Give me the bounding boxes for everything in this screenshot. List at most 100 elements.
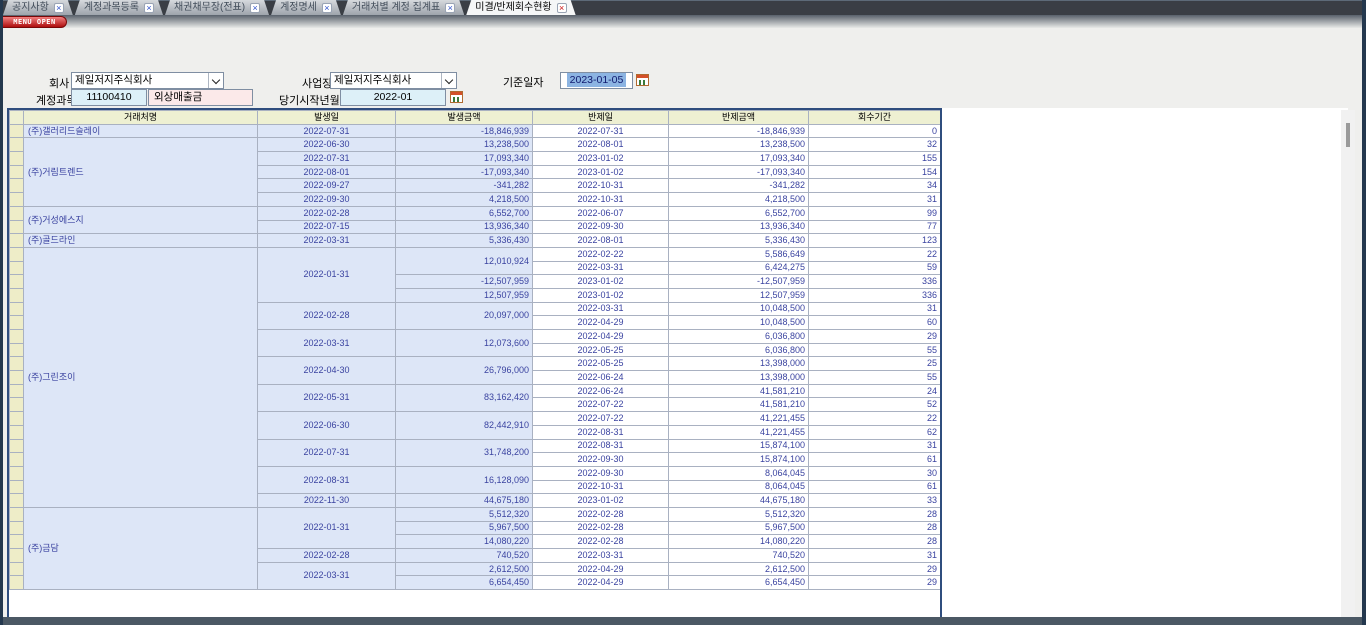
base-date-input[interactable]: 2023-01-05 <box>560 72 633 89</box>
row-selector[interactable] <box>10 316 24 330</box>
site-select[interactable]: 제일저지주식회사 <box>330 72 457 89</box>
cell-customer-name[interactable]: (주)거림트렌드 <box>24 138 258 206</box>
close-icon[interactable]: × <box>445 3 455 13</box>
row-selector[interactable] <box>10 507 24 521</box>
cell-occur-date[interactable]: 2022-03-31 <box>258 234 396 248</box>
cell-collection-days[interactable]: 52 <box>809 398 941 412</box>
cell-occur-amount[interactable]: -17,093,340 <box>396 165 533 179</box>
cell-settle-date[interactable]: 2022-09-30 <box>533 220 669 234</box>
cell-occur-amount[interactable]: 44,675,180 <box>396 494 533 508</box>
cell-settle-date[interactable]: 2023-01-02 <box>533 494 669 508</box>
cell-settle-date[interactable]: 2022-02-28 <box>533 521 669 535</box>
tab-2[interactable]: 계정과목등록× <box>75 0 163 15</box>
cell-occur-date[interactable]: 2022-09-30 <box>258 193 396 207</box>
cell-collection-days[interactable]: 61 <box>809 453 941 467</box>
cell-settle-date[interactable]: 2023-01-02 <box>533 165 669 179</box>
cell-settle-amount[interactable]: 10,048,500 <box>669 316 809 330</box>
cell-settle-date[interactable]: 2022-10-31 <box>533 480 669 494</box>
cell-occur-date[interactable]: 2022-04-30 <box>258 357 396 384</box>
row-selector[interactable] <box>10 425 24 439</box>
cell-occur-date[interactable]: 2022-08-31 <box>258 466 396 493</box>
cell-settle-date[interactable]: 2022-03-31 <box>533 261 669 275</box>
cell-settle-amount[interactable]: 5,336,430 <box>669 234 809 248</box>
cell-settle-date[interactable]: 2022-08-31 <box>533 425 669 439</box>
chevron-down-icon[interactable] <box>208 73 223 88</box>
cell-collection-days[interactable]: 29 <box>809 562 941 576</box>
cell-occur-amount[interactable]: 5,967,500 <box>396 521 533 535</box>
cell-settle-date[interactable]: 2022-05-25 <box>533 357 669 371</box>
cell-settle-amount[interactable]: 13,398,000 <box>669 357 809 371</box>
cell-settle-date[interactable]: 2022-02-28 <box>533 507 669 521</box>
calendar-icon[interactable] <box>636 74 649 86</box>
cell-collection-days[interactable]: 154 <box>809 165 941 179</box>
cell-occur-amount[interactable]: -12,507,959 <box>396 275 533 289</box>
cell-collection-days[interactable]: 77 <box>809 220 941 234</box>
row-selector[interactable] <box>10 562 24 576</box>
tab-6[interactable]: 미결/반제회수현황× <box>466 0 575 15</box>
cell-settle-amount[interactable]: 5,512,320 <box>669 507 809 521</box>
cell-occur-amount[interactable]: 6,654,450 <box>396 576 533 590</box>
cell-settle-date[interactable]: 2022-03-31 <box>533 549 669 563</box>
cell-settle-amount[interactable]: -12,507,959 <box>669 275 809 289</box>
close-icon[interactable]: × <box>54 3 64 13</box>
cell-settle-amount[interactable]: 5,586,649 <box>669 247 809 261</box>
cell-collection-days[interactable]: 31 <box>809 549 941 563</box>
cell-occur-amount[interactable]: 5,336,430 <box>396 234 533 248</box>
cell-settle-amount[interactable]: 740,520 <box>669 549 809 563</box>
cell-settle-amount[interactable]: 41,581,210 <box>669 398 809 412</box>
cell-occur-date[interactable]: 2022-01-31 <box>258 507 396 548</box>
cell-occur-amount[interactable]: -341,282 <box>396 179 533 193</box>
cell-settle-amount[interactable]: 12,507,959 <box>669 288 809 302</box>
cell-occur-amount[interactable]: 17,093,340 <box>396 152 533 166</box>
cell-occur-amount[interactable]: 13,238,500 <box>396 138 533 152</box>
cell-settle-date[interactable]: 2022-09-30 <box>533 466 669 480</box>
cell-collection-days[interactable]: 31 <box>809 302 941 316</box>
cell-settle-amount[interactable]: 2,612,500 <box>669 562 809 576</box>
cell-settle-date[interactable]: 2022-03-31 <box>533 302 669 316</box>
cell-settle-date[interactable]: 2022-04-29 <box>533 330 669 344</box>
row-selector[interactable] <box>10 521 24 535</box>
cell-settle-date[interactable]: 2022-09-30 <box>533 453 669 467</box>
row-selector[interactable] <box>10 535 24 549</box>
cell-occur-amount[interactable]: 82,442,910 <box>396 412 533 439</box>
row-selector[interactable] <box>10 152 24 166</box>
row-selector[interactable] <box>10 288 24 302</box>
cell-settle-date[interactable]: 2022-05-25 <box>533 343 669 357</box>
cell-occur-date[interactable]: 2022-09-27 <box>258 179 396 193</box>
row-selector[interactable] <box>10 302 24 316</box>
close-icon[interactable]: × <box>144 3 154 13</box>
row-selector[interactable] <box>10 165 24 179</box>
account-code-input[interactable]: 11100410 <box>71 89 147 106</box>
row-selector[interactable] <box>10 480 24 494</box>
vertical-scrollbar-thumb[interactable] <box>1346 123 1350 147</box>
cell-settle-amount[interactable]: 8,064,045 <box>669 466 809 480</box>
cell-settle-amount[interactable]: 41,221,455 <box>669 412 809 426</box>
cell-settle-amount[interactable]: 5,967,500 <box>669 521 809 535</box>
cell-collection-days[interactable]: 155 <box>809 152 941 166</box>
cell-collection-days[interactable]: 34 <box>809 179 941 193</box>
account-name-field[interactable]: 외상매출금 <box>148 89 253 106</box>
cell-settle-amount[interactable]: 10,048,500 <box>669 302 809 316</box>
row-selector[interactable] <box>10 453 24 467</box>
cell-collection-days[interactable]: 61 <box>809 480 941 494</box>
cell-collection-days[interactable]: 31 <box>809 439 941 453</box>
cell-collection-days[interactable]: 24 <box>809 384 941 398</box>
cell-settle-date[interactable]: 2023-01-02 <box>533 288 669 302</box>
row-selector[interactable] <box>10 398 24 412</box>
cell-collection-days[interactable]: 99 <box>809 206 941 220</box>
cell-occur-date[interactable]: 2022-05-31 <box>258 384 396 411</box>
cell-collection-days[interactable]: 29 <box>809 576 941 590</box>
cell-occur-amount[interactable]: 13,936,340 <box>396 220 533 234</box>
row-selector[interactable] <box>10 494 24 508</box>
cell-occur-amount[interactable]: 5,512,320 <box>396 507 533 521</box>
cell-occur-amount[interactable]: 12,073,600 <box>396 330 533 357</box>
cell-occur-amount[interactable]: 6,552,700 <box>396 206 533 220</box>
cell-occur-date[interactable]: 2022-07-15 <box>258 220 396 234</box>
cell-occur-date[interactable]: 2022-02-28 <box>258 206 396 220</box>
cell-settle-date[interactable]: 2022-02-28 <box>533 535 669 549</box>
cell-settle-date[interactable]: 2022-07-31 <box>533 124 669 138</box>
cell-settle-amount[interactable]: 8,064,045 <box>669 480 809 494</box>
tab-5[interactable]: 거래처별 계정 집계표× <box>343 0 464 15</box>
cell-customer-name[interactable]: (주)골드라인 <box>24 234 258 248</box>
cell-settle-amount[interactable]: 6,424,275 <box>669 261 809 275</box>
